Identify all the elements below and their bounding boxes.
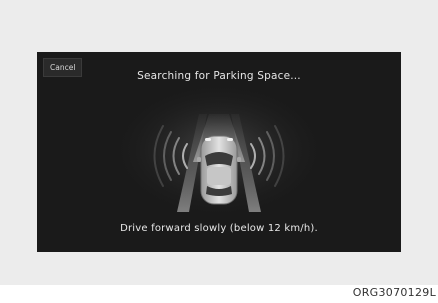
instruction-message: Drive forward slowly (below 12 km/h). [120,223,318,234]
parking-scene [109,87,329,227]
parking-assist-screen: Cancel Searching for Parking Space... Dr… [37,52,401,252]
figure-caption: ORG3070129L [352,286,436,299]
screen-title: Searching for Parking Space... [137,70,301,82]
figure-frame: Cancel Searching for Parking Space... Dr… [0,0,438,285]
car-top-view-icon [197,135,241,205]
